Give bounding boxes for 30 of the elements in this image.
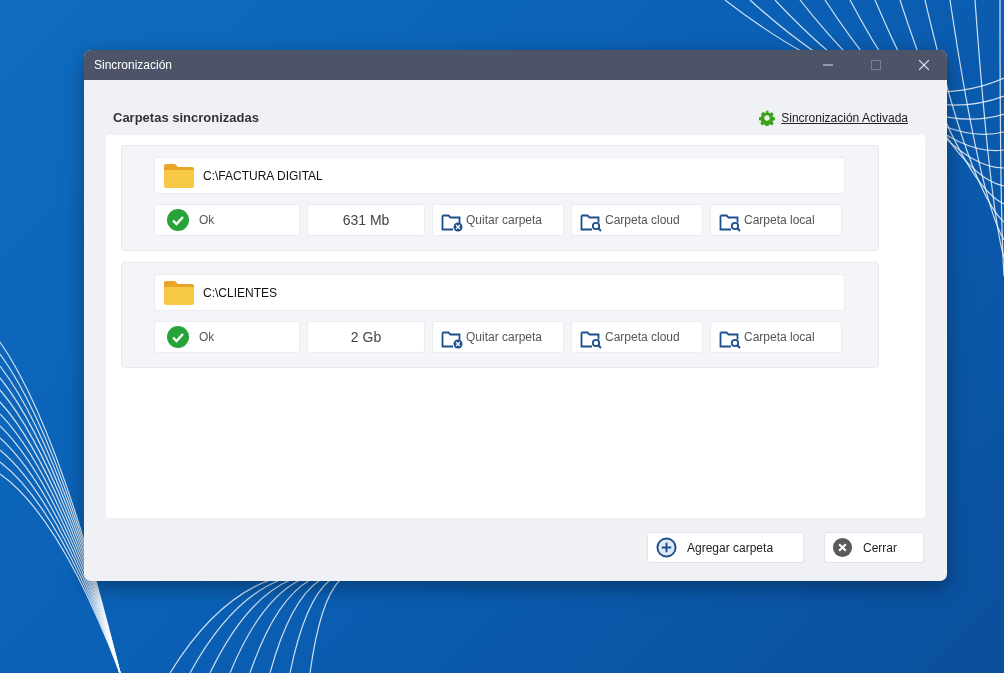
remove-folder-button[interactable]: Quitar carpeta [432, 204, 564, 236]
plus-icon [656, 537, 677, 558]
folder-remove-icon [441, 329, 463, 349]
folder-search-icon [580, 212, 602, 232]
remove-folder-button[interactable]: Quitar carpeta [432, 321, 564, 353]
folder-size: 631 Mb [307, 204, 425, 236]
status-label: Ok [199, 330, 215, 344]
open-folder-button[interactable]: Carpeta local [710, 204, 842, 236]
status-label: Ok [199, 213, 215, 227]
gear-icon [759, 110, 776, 126]
folder-path: C:\FACTURA DIGITAL [203, 168, 323, 183]
folder-search-icon [719, 212, 741, 232]
folder-icon [163, 162, 195, 189]
open-folder-button[interactable]: Carpeta cloud [571, 204, 703, 236]
section-title: Carpetas sincronizadas [113, 110, 259, 125]
folder-size: 2 Gb [307, 321, 425, 353]
open-folder-button[interactable]: Carpeta local [710, 321, 842, 353]
sync-status-link[interactable]: Sincronización Activada [781, 111, 908, 125]
folder-icon [163, 279, 195, 306]
folder-remove-icon [441, 212, 463, 232]
window-title: Sincronización [94, 58, 173, 72]
check-icon [167, 326, 189, 348]
folder-path: C:\CLIENTES [203, 285, 277, 300]
open-folder-button[interactable]: Carpeta cloud [571, 321, 703, 353]
close-icon [832, 537, 853, 558]
folder-search-icon [719, 329, 741, 349]
close-button[interactable]: Cerrar [824, 532, 924, 563]
folder-search-icon [580, 329, 602, 349]
add-folder-button[interactable]: Agregar carpeta [647, 532, 804, 563]
check-icon [167, 209, 189, 231]
